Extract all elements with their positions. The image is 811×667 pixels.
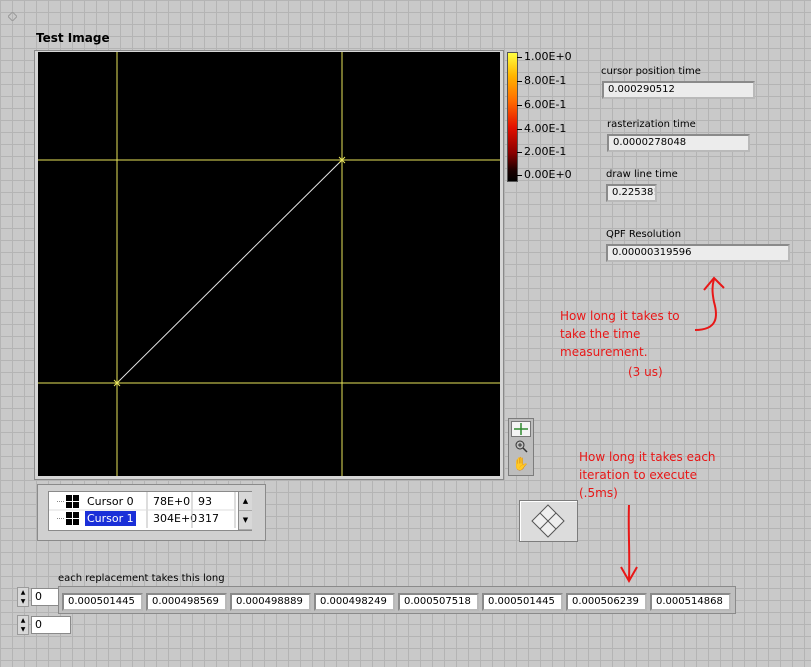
scroll-down-icon[interactable]: ▼	[239, 511, 252, 530]
index-spinner-icon[interactable]: ▲ ▼	[17, 615, 29, 635]
annotation-arrow-down	[620, 504, 638, 584]
color-scale-bar[interactable]	[507, 52, 518, 182]
draw-line-time-label: draw line time	[606, 169, 678, 180]
array-index-col[interactable]: ▲ ▼ 0	[17, 615, 71, 635]
diamond-arrows-icon	[531, 504, 565, 538]
legend-grid	[49, 492, 236, 528]
scroll-up-icon[interactable]: ▲	[239, 492, 252, 511]
colorbar-tick: 0.00E+0	[517, 168, 572, 181]
array-element[interactable]: 0.000506239	[566, 593, 647, 611]
colorbar-tick: 2.00E-1	[517, 145, 566, 158]
annotation-note-value: (3 us)	[628, 365, 663, 379]
rasterization-time-indicator[interactable]: 0.0000278048	[607, 134, 750, 152]
pan-hand-icon[interactable]: ✋	[511, 457, 531, 473]
colorbar-tick: 8.00E-1	[517, 74, 566, 87]
rasterization-time-label: rasterization time	[607, 119, 696, 130]
annotation-note-measurement: How long it takes to take the time measu…	[560, 309, 680, 359]
qpf-resolution-indicator[interactable]: 0.00000319596	[606, 244, 790, 262]
array-element[interactable]: 0.000498569	[146, 593, 227, 611]
graph-canvas	[38, 52, 500, 476]
cursor-move-icon[interactable]	[511, 421, 531, 437]
intensity-graph[interactable]	[38, 52, 500, 476]
cursor-position-time-label: cursor position time	[601, 66, 701, 77]
array-element[interactable]: 0.000501445	[482, 593, 563, 611]
array-element[interactable]: 0.000514868	[650, 593, 731, 611]
array-element[interactable]: 0.000498889	[230, 593, 311, 611]
annotation-note-iteration: How long it takes each iteration to exec…	[579, 450, 716, 500]
array-element[interactable]: 0.000498249	[314, 593, 395, 611]
array-label: each replacement takes this long	[58, 573, 225, 584]
colorbar-tick: 4.00E-1	[517, 122, 566, 135]
array-index-row[interactable]: ▲ ▼ 0	[17, 587, 71, 607]
graph-palette: ✋	[508, 418, 534, 476]
zoom-icon[interactable]	[511, 439, 531, 455]
array-element[interactable]: 0.000501445	[62, 593, 143, 611]
array-element[interactable]: 0.000507518	[398, 593, 479, 611]
graph-title: Test Image	[36, 31, 110, 45]
drawn-diagonal-line	[116, 159, 343, 384]
colorbar-tick: 6.00E-1	[517, 98, 566, 111]
cursor-position-time-indicator[interactable]: 0.000290512	[602, 81, 755, 99]
index-spinner-icon[interactable]: ▲ ▼	[17, 587, 29, 607]
legend-scrollbar[interactable]: ▲ ▼	[238, 492, 252, 530]
index-col-value[interactable]: 0	[31, 616, 71, 634]
cursor-legend[interactable]: Cursor 0 78E+0 93 Cursor 1 304E+0 317	[48, 491, 252, 531]
annotation-arrow-up	[694, 276, 725, 331]
colorbar-tick: 1.00E+0	[517, 50, 572, 63]
diamond-decoration-icon	[7, 11, 18, 22]
qpf-resolution-label: QPF Resolution	[606, 229, 682, 240]
draw-line-time-indicator[interactable]: 0.22538!	[606, 184, 657, 202]
cursor-movement-button[interactable]	[519, 500, 578, 542]
